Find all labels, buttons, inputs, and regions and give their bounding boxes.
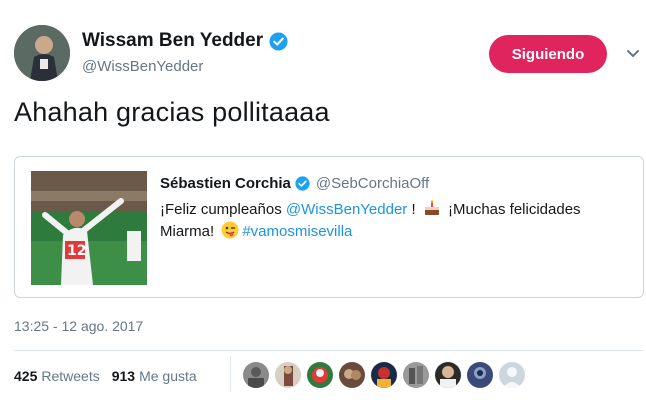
liker-avatar[interactable]	[403, 362, 429, 388]
liker-avatar[interactable]	[467, 362, 493, 388]
tweet-text: Ahahah gracias pollitaaaa	[14, 97, 330, 127]
verified-badge-icon	[269, 31, 288, 51]
divider	[14, 350, 644, 351]
winking-tongue-emoji-icon	[221, 221, 239, 239]
retweets-stat[interactable]: 425 Retweets	[14, 368, 100, 384]
author-name[interactable]: Wissam Ben Yedder	[82, 30, 263, 52]
liker-avatar[interactable]	[275, 362, 301, 388]
liker-avatars	[243, 362, 525, 388]
author-handle[interactable]: @WissBenYedder	[82, 58, 203, 75]
quoted-tweet-text: ¡Feliz cumpleaños @WissBenYedder ! ¡Much…	[160, 199, 620, 243]
liker-avatar[interactable]	[339, 362, 365, 388]
liker-avatar[interactable]	[243, 362, 269, 388]
author-avatar[interactable]	[14, 25, 70, 81]
quoted-text-part: ¡Feliz cumpleaños	[160, 201, 286, 218]
liker-avatar-default[interactable]	[499, 362, 525, 388]
hashtag-link[interactable]: #vamosmisevilla	[242, 223, 352, 240]
stats-divider	[230, 356, 231, 392]
tweet-timestamp[interactable]: 13:25 - 12 ago. 2017	[14, 318, 143, 334]
likes-stat[interactable]: 913 Me gusta	[112, 368, 197, 384]
verified-badge-icon	[295, 176, 310, 191]
svg-text:12: 12	[67, 243, 86, 259]
liker-avatar[interactable]	[371, 362, 397, 388]
tweet-stats: 425 Retweets 913 Me gusta	[14, 368, 197, 384]
quoted-author-handle[interactable]: @SebCorchiaOff	[316, 175, 429, 192]
quoted-tweet-image[interactable]: 12	[31, 171, 147, 285]
mention-link[interactable]: @WissBenYedder	[286, 201, 407, 218]
liker-avatar[interactable]	[307, 362, 333, 388]
following-button[interactable]: Siguiendo	[489, 35, 607, 73]
retweets-label: Retweets	[41, 368, 100, 384]
quoted-tweet[interactable]: 12 Sébastien Corchia @SebCorchiaOff ¡Fel…	[14, 156, 644, 298]
retweets-count: 425	[14, 368, 38, 384]
cake-emoji-icon	[423, 199, 441, 217]
liker-avatar[interactable]	[435, 362, 461, 388]
quoted-author-name[interactable]: Sébastien Corchia	[160, 175, 291, 192]
chevron-down-icon[interactable]	[625, 47, 641, 61]
likes-count: 913	[111, 368, 136, 384]
likes-label: Me gusta	[139, 368, 197, 384]
quoted-text-part: !	[407, 201, 420, 218]
